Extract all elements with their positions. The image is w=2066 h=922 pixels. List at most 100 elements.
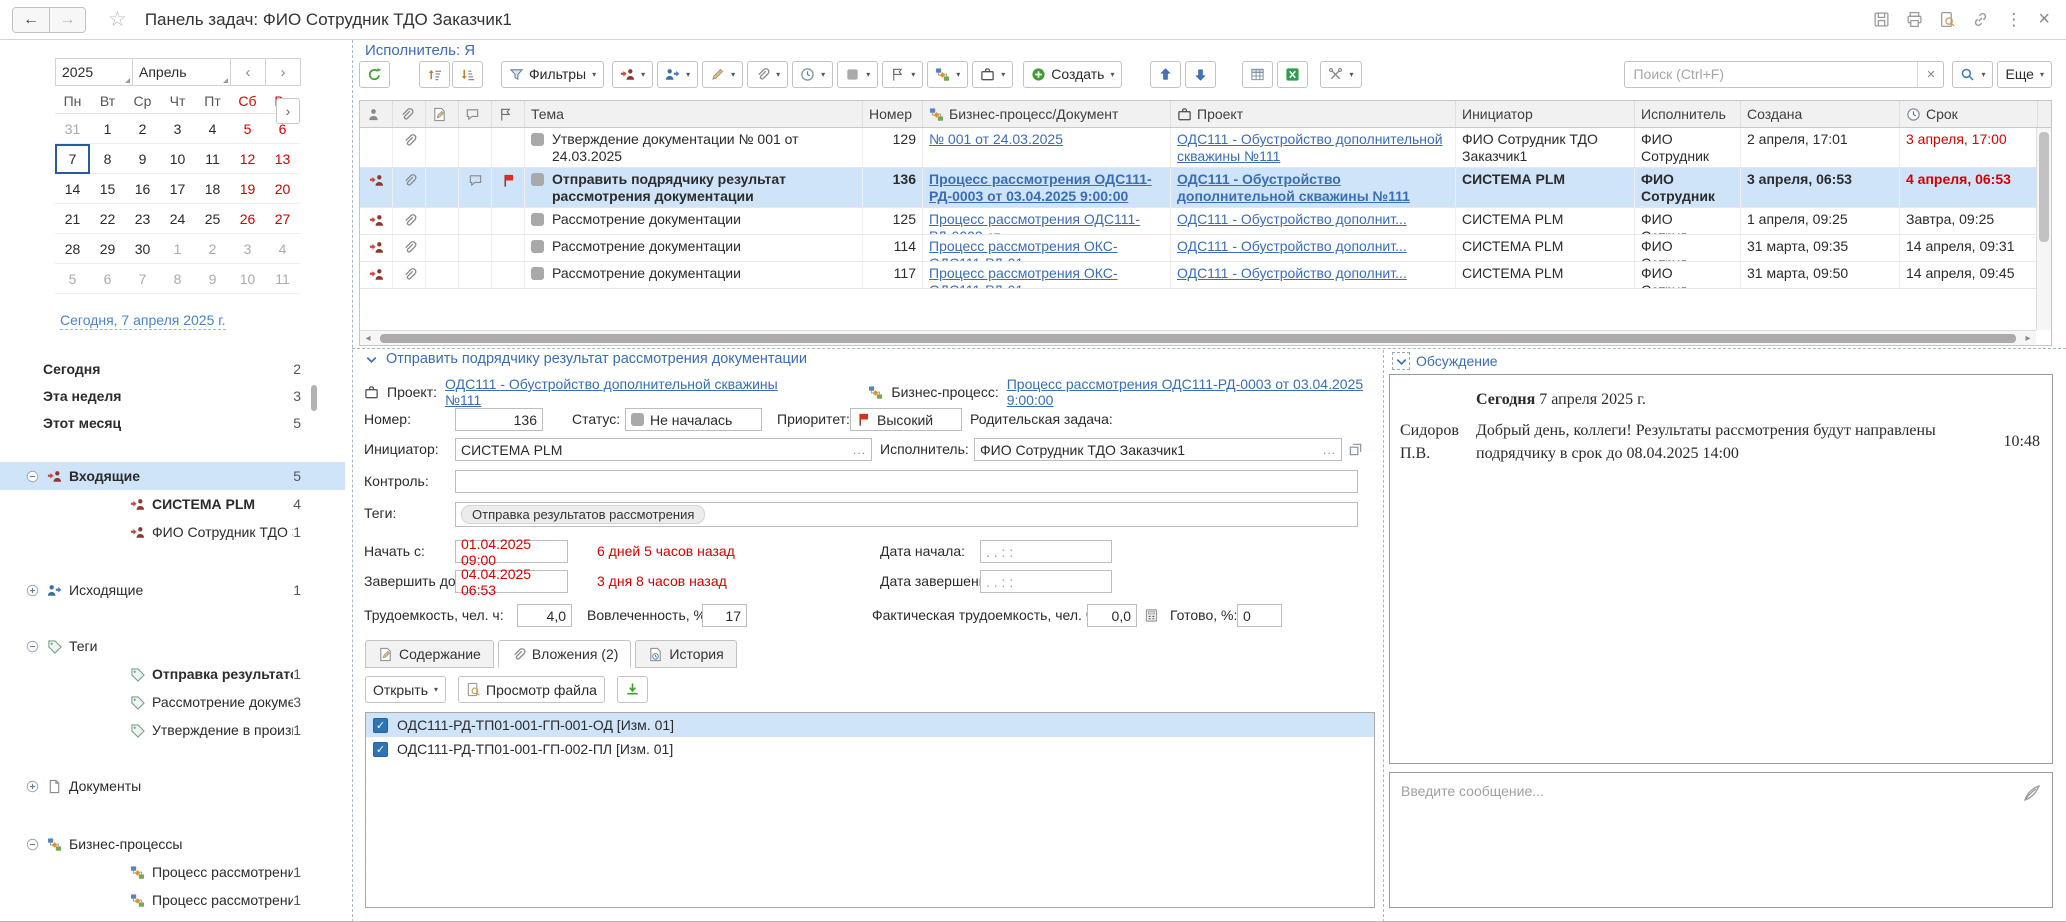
forward-button[interactable]: → [49, 8, 85, 32]
outgoing-filter-button[interactable]: ▾ [657, 61, 698, 88]
preview-icon[interactable] [1939, 11, 1956, 28]
expander-plus-icon[interactable] [25, 779, 40, 794]
priority-field[interactable]: Высокий [850, 408, 962, 431]
calendar-day[interactable]: 5 [230, 114, 265, 144]
task-row[interactable]: Отправить подрядчику результат рассмотре… [360, 168, 2051, 208]
calendar-day[interactable]: 7 [55, 144, 90, 174]
move-up-button[interactable] [1150, 61, 1181, 88]
calendar-day[interactable]: 25 [195, 204, 230, 234]
sidebar-tree-item[interactable]: Рассмотрение документации3 [0, 688, 345, 716]
calendar-day[interactable]: 2 [125, 114, 160, 144]
calendar-day[interactable]: 24 [160, 204, 195, 234]
detail-splitter[interactable] [352, 348, 2066, 349]
calendar-prev-button[interactable]: ‹ [231, 58, 266, 86]
tab-attachments[interactable]: Вложения (2) [498, 640, 632, 668]
sidebar-group-docs[interactable]: Документы [0, 772, 345, 800]
message-input[interactable] [1390, 773, 2052, 907]
calculator-icon[interactable] [1144, 608, 1159, 623]
search-button[interactable]: ▾ [1952, 61, 1993, 88]
executor-field[interactable]: ФИО Сотрудник ТДО Заказчик1... [974, 438, 1342, 461]
export-excel-button[interactable] [1277, 61, 1308, 88]
calendar-day[interactable]: 4 [265, 234, 300, 264]
executor-filter-link[interactable]: Исполнитель: Я [365, 42, 475, 59]
search-input[interactable] [1625, 66, 1917, 82]
calendar-year-select[interactable]: 2025 [55, 58, 133, 86]
link-icon[interactable] [1972, 11, 1989, 28]
business-process-filter-button[interactable]: ▾ [927, 61, 968, 88]
calendar-day[interactable]: 22 [90, 204, 125, 234]
task-row[interactable]: Утверждение документации № 001 от 24.03.… [360, 128, 2051, 168]
calendar-day[interactable]: 3 [230, 234, 265, 264]
effort-field[interactable]: 4,0 [517, 604, 572, 627]
business-process-link[interactable]: Процесс рассмотрения ОДС111-РД-0003 от 0… [1007, 376, 1375, 408]
flag-filter-button[interactable]: ▾ [882, 61, 923, 88]
task-document-link[interactable]: Процесс рассмотрения ОКС-ОДС111-РД-01... [929, 238, 1118, 261]
task-project-link[interactable]: ОДС111 - Обустройство дополнит... [1177, 265, 1407, 281]
actual-effort-field[interactable]: 0,0 [1087, 604, 1137, 627]
ready-field[interactable]: 0 [1237, 604, 1282, 627]
task-project-link[interactable]: ОДС111 - Обустройство дополнительной скв… [1177, 131, 1443, 164]
calendar-day[interactable]: 5 [55, 264, 90, 294]
attachment-checkbox[interactable]: ✓ [373, 718, 388, 733]
calendar-day[interactable]: 9 [195, 264, 230, 294]
expander-plus-icon[interactable] [25, 583, 40, 598]
attachment-row[interactable]: ✓ОДС111-РД-ТП01-001-ГП-002-ПЛ [Изм. 01] [366, 737, 1374, 761]
search-clear-icon[interactable]: × [1917, 62, 1943, 87]
calendar-day[interactable]: 8 [160, 264, 195, 294]
calendar-day[interactable]: 6 [90, 264, 125, 294]
quick-filter-item[interactable]: Сегодня2 [0, 355, 345, 382]
task-row[interactable]: Рассмотрение документации117Процесс расс… [360, 262, 2051, 289]
calendar-day[interactable]: 3 [160, 114, 195, 144]
tag-chip[interactable]: Отправка результатов рассмотрения [461, 505, 705, 524]
calendar-day[interactable]: 30 [125, 234, 160, 264]
finish-field[interactable]: 04.04.2025 06:53 [455, 570, 568, 593]
filters-button[interactable]: Фильтры▾ [501, 61, 604, 88]
expander-minus-icon[interactable] [25, 837, 40, 852]
quick-filter-item[interactable]: Этот месяц5 [0, 409, 345, 436]
sidebar-group-tags[interactable]: Теги [0, 632, 345, 660]
task-row[interactable]: Рассмотрение документации114Процесс расс… [360, 235, 2051, 262]
create-button[interactable]: Создать▾ [1023, 61, 1122, 88]
list-view-button[interactable] [1242, 61, 1273, 88]
calendar-day[interactable]: 26 [230, 204, 265, 234]
attachments-filter-button[interactable]: ▾ [747, 61, 788, 88]
calendar-day[interactable]: 2 [195, 234, 230, 264]
calendar-day[interactable]: 19 [230, 174, 265, 204]
control-field[interactable] [455, 470, 1358, 493]
sidebar-group-outbox[interactable]: Исходящие1 [0, 576, 345, 604]
open-button[interactable]: Открыть▾ [365, 676, 446, 703]
task-project-link[interactable]: ОДС111 - Обустройство дополнит... [1177, 211, 1407, 227]
edit-filter-button[interactable]: ▾ [702, 61, 743, 88]
calendar-day[interactable]: 8 [90, 144, 125, 174]
project-filter-button[interactable]: ▾ [972, 61, 1013, 88]
finish-date-field[interactable]: . . : : [980, 570, 1112, 593]
calendar-day[interactable]: 11 [195, 144, 230, 174]
calendar-day[interactable]: 20 [265, 174, 300, 204]
save-icon[interactable] [1873, 11, 1890, 28]
sidebar-tree-item[interactable]: ФИО Сотрудник ТДО Заказчик11 [0, 518, 345, 546]
calendar-day[interactable]: 23 [125, 204, 160, 234]
expander-minus-icon[interactable] [25, 469, 40, 484]
calendar-day[interactable]: 13 [265, 144, 300, 174]
more-button[interactable]: Еще▾ [1997, 61, 2052, 88]
calendar-day[interactable]: 1 [160, 234, 195, 264]
menu-kebab-icon[interactable]: ⋮ [2005, 10, 2022, 30]
project-link[interactable]: ОДС111 - Обустройство дополнительной скв… [445, 376, 782, 408]
calendar-month-select[interactable]: Апрель [133, 58, 231, 86]
quick-filter-item[interactable]: Эта неделя3 [0, 382, 345, 409]
today-link[interactable]: Сегодня, 7 апреля 2025 г. [60, 312, 226, 330]
calendar-day[interactable]: 9 [125, 144, 160, 174]
task-project-link[interactable]: ОДС111 - Обустройство дополнит... [1177, 238, 1407, 254]
sidebar-tree-item[interactable]: Процесс рассмотрения ОДС1...1 [0, 858, 345, 886]
number-field[interactable]: 136 [455, 408, 543, 431]
calendar-day[interactable]: 7 [125, 264, 160, 294]
calendar-day[interactable]: 11 [265, 264, 300, 294]
calendar-day[interactable]: 14 [55, 174, 90, 204]
send-message-icon[interactable] [2022, 783, 2042, 803]
calendar-day[interactable]: 28 [55, 234, 90, 264]
calendar-day[interactable]: 10 [230, 264, 265, 294]
incoming-filter-button[interactable]: ▾ [612, 61, 653, 88]
attachment-checkbox[interactable]: ✓ [373, 742, 388, 757]
attachment-row[interactable]: ✓ОДС111-РД-ТП01-001-ГП-001-ОД [Изм. 01] [366, 713, 1374, 737]
print-icon[interactable] [1906, 11, 1923, 28]
